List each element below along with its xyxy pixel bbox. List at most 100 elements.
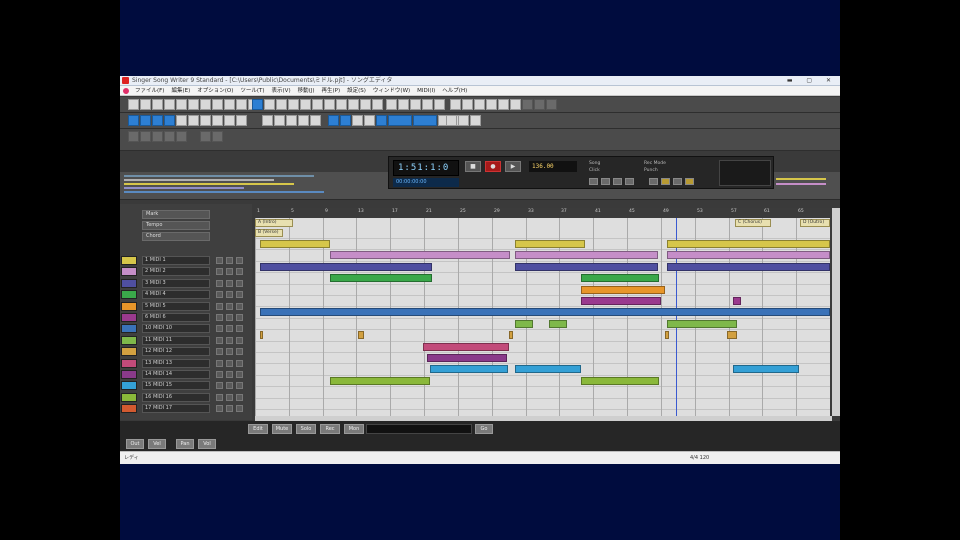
- midi-clip[interactable]: [330, 376, 430, 385]
- track-color-chip[interactable]: [121, 301, 137, 311]
- toolbar-button[interactable]: [152, 115, 163, 126]
- record-toggle[interactable]: [236, 371, 243, 378]
- toolbar-button[interactable]: [546, 99, 557, 110]
- count-toggle[interactable]: [685, 178, 694, 185]
- bar-ruler[interactable]: 1 5 9 13 17 21 25 29 33 37 41 45 49 53 57 61 65: [255, 208, 830, 218]
- window-controls[interactable]: ▬ ▢ ✕: [787, 77, 837, 85]
- record-toggle[interactable]: [236, 359, 243, 367]
- thru-toggle[interactable]: [661, 178, 670, 185]
- midi-clip[interactable]: [515, 319, 533, 328]
- midi-clip[interactable]: [667, 262, 830, 271]
- toolbar-button[interactable]: [200, 99, 211, 110]
- menu-item[interactable]: 表示(V): [272, 86, 291, 96]
- toolbar-button[interactable]: [236, 115, 247, 126]
- midi-clip[interactable]: [509, 331, 513, 340]
- midi-clip[interactable]: [515, 262, 658, 271]
- out-button[interactable]: Out: [126, 439, 144, 449]
- punch-in-toggle[interactable]: [613, 178, 622, 185]
- record-toggle[interactable]: [236, 405, 243, 413]
- solo-toggle[interactable]: [226, 348, 233, 356]
- midi-clip[interactable]: [733, 297, 741, 305]
- track-row[interactable]: 17 MIDI 17: [120, 403, 252, 414]
- record-toggle[interactable]: [236, 279, 243, 287]
- vertical-scrollbar[interactable]: [832, 208, 840, 416]
- solo-toggle[interactable]: [226, 405, 233, 413]
- track-name[interactable]: 12 MIDI 12: [142, 347, 210, 357]
- track-row[interactable]: 2 MIDI 2: [120, 266, 252, 277]
- toolbar-button[interactable]: [388, 115, 412, 126]
- midi-clip[interactable]: [581, 274, 659, 283]
- toolbar-button[interactable]: [128, 115, 139, 126]
- menu-item[interactable]: ウィンドウ(W): [373, 86, 410, 96]
- toolbar-button[interactable]: [188, 99, 199, 110]
- toolbar-button[interactable]: [224, 99, 235, 110]
- midi-clip[interactable]: [581, 297, 661, 305]
- toolbar-button[interactable]: [458, 115, 469, 126]
- solo-toggle[interactable]: [226, 302, 233, 310]
- loop-toggle[interactable]: [589, 178, 598, 185]
- solo-toggle[interactable]: [226, 268, 233, 276]
- toolbar-button[interactable]: [398, 99, 409, 110]
- track-name[interactable]: 13 MIDI 13: [142, 358, 210, 368]
- toolbar-button[interactable]: [348, 99, 359, 110]
- menu-item[interactable]: 設定(S): [347, 86, 366, 96]
- toolbar-button[interactable]: [434, 99, 445, 110]
- mute-toggle[interactable]: [216, 336, 223, 344]
- mute-toggle[interactable]: [216, 302, 223, 310]
- record-toggle[interactable]: [236, 348, 243, 356]
- chord-track-header[interactable]: Chord: [142, 232, 210, 241]
- midi-clip[interactable]: [665, 331, 669, 340]
- toolbar-button[interactable]: [446, 115, 457, 126]
- track-name[interactable]: 17 MIDI 17: [142, 404, 210, 414]
- toolbar-button[interactable]: [312, 99, 323, 110]
- mute-button[interactable]: Mute: [272, 424, 292, 434]
- track-row[interactable]: 3 MIDI 3: [120, 278, 252, 289]
- track-name[interactable]: 15 MIDI 15: [142, 381, 210, 391]
- track-color-chip[interactable]: [121, 370, 137, 379]
- time-display[interactable]: 1:51:1:0: [393, 160, 459, 176]
- toolbar-button[interactable]: [188, 115, 199, 126]
- rehearsal-marker[interactable]: A (Intro): [255, 219, 293, 227]
- toolbar-button[interactable]: [140, 99, 151, 110]
- record-toggle[interactable]: [236, 336, 243, 344]
- toolbar-button[interactable]: [212, 115, 223, 126]
- go-button[interactable]: Go: [475, 424, 493, 434]
- toolbar-button[interactable]: [164, 115, 175, 126]
- toolbar-button[interactable]: [128, 131, 139, 142]
- solo-toggle[interactable]: [226, 325, 233, 333]
- toolbar-button[interactable]: [534, 99, 545, 110]
- toolbar-button[interactable]: [340, 115, 351, 126]
- track-row[interactable]: 6 MIDI 6: [120, 312, 252, 323]
- toolbar-button[interactable]: [276, 99, 287, 110]
- toolbar-button[interactable]: [152, 131, 163, 142]
- menu-item[interactable]: 移動(J): [298, 86, 315, 96]
- track-row[interactable]: 5 MIDI 5: [120, 301, 252, 312]
- sync-toggle[interactable]: [649, 178, 658, 185]
- record-button[interactable]: ●: [485, 161, 501, 172]
- edit-button[interactable]: Edit: [248, 424, 268, 434]
- song-timeline[interactable]: 1 5 9 13 17 21 25 29 33 37 41 45 49 53 57 61 65 A (Intro…: [255, 208, 830, 416]
- midi-clip[interactable]: [330, 274, 432, 283]
- toolbar-button[interactable]: [413, 115, 437, 126]
- midi-clip[interactable]: [727, 331, 737, 340]
- toolbar-button[interactable]: [200, 131, 211, 142]
- toolbar-button[interactable]: [128, 99, 139, 110]
- menu-item[interactable]: オプション(O): [197, 86, 233, 96]
- toolbar-button[interactable]: [286, 115, 297, 126]
- midi-clip[interactable]: [330, 251, 510, 260]
- track-name[interactable]: 6 MIDI 6: [142, 313, 210, 322]
- midi-clip[interactable]: [260, 240, 330, 248]
- tempo-track-header[interactable]: Tempo: [142, 221, 210, 230]
- volume-button[interactable]: Vol: [198, 439, 216, 449]
- toolbar-button[interactable]: [224, 115, 235, 126]
- toolbar-button[interactable]: [450, 99, 461, 110]
- metronome-toggle[interactable]: [601, 178, 610, 185]
- toolbar-button[interactable]: [328, 115, 339, 126]
- mute-toggle[interactable]: [216, 382, 223, 390]
- toolbar-button[interactable]: [264, 99, 275, 110]
- document-icon[interactable]: [123, 88, 129, 94]
- mute-toggle[interactable]: [216, 291, 223, 299]
- track-row[interactable]: 1 MIDI 1: [120, 255, 252, 266]
- midi-clip[interactable]: [733, 365, 799, 374]
- toolbar-button[interactable]: [300, 99, 311, 110]
